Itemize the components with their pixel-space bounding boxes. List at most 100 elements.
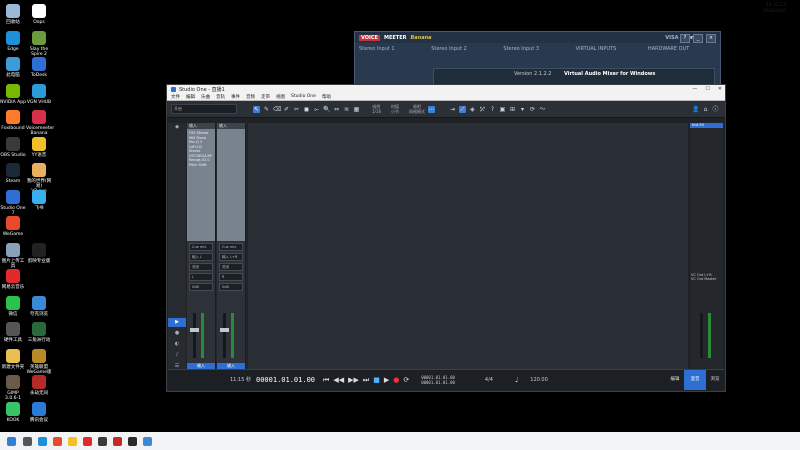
insert-slot[interactable]: Reorgt.V2.0	[189, 158, 213, 163]
snap-toggle-icon[interactable]: ⋯	[427, 105, 435, 113]
info-icon[interactable]: ⓘ	[712, 106, 719, 113]
studio-one-window[interactable]: Studio One - 直播1 — ☐ ✕ 文件 编辑 乐曲 音轨 事件 音频 走带 视图 S…	[166, 84, 726, 392]
chrome-icon[interactable]	[53, 436, 62, 446]
fast-forward-button[interactable]: ▶▶	[348, 376, 359, 384]
desktop-icon[interactable]: KOOK	[0, 401, 26, 423]
app4-icon[interactable]	[128, 436, 137, 446]
desktop-icon[interactable]	[26, 269, 52, 285]
search-icon[interactable]	[23, 436, 32, 446]
loop-view-icon[interactable]: ⟳	[529, 106, 536, 113]
desktop-icon[interactable]	[26, 216, 52, 232]
arrow-tool-icon[interactable]: ↖	[253, 105, 260, 113]
desktop-icon[interactable]: 三角洲行动	[26, 322, 52, 343]
tempo-track-icon[interactable]: ⟋	[458, 105, 466, 113]
fader-knob[interactable]	[190, 328, 199, 332]
brush-tool-icon[interactable]: ✐	[283, 106, 290, 113]
tab-edit[interactable]: 编辑	[664, 370, 686, 390]
minimize-button[interactable]: —	[692, 86, 697, 92]
return-to-zero-button[interactable]: ⏮	[323, 376, 329, 385]
desktop-icon[interactable]: 网易云音乐	[0, 269, 26, 290]
maximize-button[interactable]: ☐	[705, 86, 709, 92]
dropdown-icon[interactable]: ▾	[519, 106, 526, 113]
desktop-icon[interactable]: NVIDIA App	[0, 83, 26, 105]
channel-strip[interactable]: 输入 FX5 Stereo MIX Mono Pro-Q 3 LoFi-Q2 Ster…	[187, 123, 216, 369]
io-selector[interactable]: Cue mix	[219, 243, 243, 251]
snap-group[interactable]: 吸附 1/16	[372, 104, 381, 114]
menu-item[interactable]: Studio One	[291, 94, 316, 99]
listen-tool-icon[interactable]: 🔍	[323, 106, 330, 113]
primary-time-display[interactable]: 00001.01.01.00	[256, 376, 315, 384]
help-icon[interactable]: ?	[680, 34, 690, 43]
grid-view-icon[interactable]: ⊞	[509, 106, 516, 113]
minimize-icon[interactable]: _	[693, 34, 703, 43]
master-fader[interactable]	[700, 313, 703, 358]
desktop-icon[interactable]: 夸克浏览	[26, 295, 52, 317]
home-icon[interactable]: ⌂	[702, 106, 709, 113]
insert-slot[interactable]: Pitch Shift	[189, 163, 213, 168]
system-clock[interactable]: 12:32:13 2026/4/10	[763, 3, 786, 14]
app5-icon[interactable]	[143, 436, 152, 446]
desktop-icon[interactable]: WeGame	[0, 216, 26, 237]
desktop-icon[interactable]: Voicemeeter Banana	[26, 110, 54, 136]
voicemeeter-window[interactable]: VOICE MEETER Banana VISA Menu ? _ × Ster…	[354, 31, 721, 88]
desktop-icon[interactable]: 新建文件夹	[0, 348, 26, 370]
desktop-icon[interactable]: Steam	[0, 163, 26, 184]
mute-tool-icon[interactable]: ◼	[303, 106, 310, 113]
desktop-icon[interactable]: GIMP 3.0.6-1	[0, 375, 26, 401]
loop-icon[interactable]: ⟳	[403, 376, 409, 384]
desktop-icon[interactable]: 腾讯会议	[26, 401, 52, 423]
vm-virtual-inputs[interactable]: VIRTUAL INPUTS	[576, 46, 644, 52]
track-select-combo[interactable]: 开启	[171, 104, 237, 114]
metronome-icon[interactable]: ♩	[515, 376, 518, 384]
inspector-icon[interactable]: ◆	[168, 123, 186, 132]
inspector-icon[interactable]: ◐	[168, 340, 186, 349]
right-output-strip[interactable]: VC Out L+R VC Out Master	[691, 273, 722, 281]
send-input[interactable]: 输入 L+R	[219, 253, 243, 261]
inspector-icon[interactable]: ▶	[168, 318, 186, 327]
inspector-icon[interactable]: ●	[168, 329, 186, 338]
menu-item[interactable]: 事件	[231, 94, 240, 100]
desktop-icon[interactable]: 图片上传工具	[0, 242, 26, 269]
play-button[interactable]: ▶	[384, 376, 389, 384]
desktop-icon[interactable]: Oops	[26, 4, 52, 25]
grid-icon[interactable]: ▦	[353, 106, 360, 113]
start-icon[interactable]	[7, 436, 16, 446]
pencil-tool-icon[interactable]: ✎	[263, 106, 270, 113]
tab-mix[interactable]: 混音	[684, 370, 706, 390]
desktop-icon[interactable]: Foxlbound	[0, 110, 26, 131]
bpm-readout[interactable]: 120.00	[530, 377, 548, 383]
arrange-view[interactable]	[248, 123, 688, 369]
menu-item[interactable]: 帮助	[322, 94, 331, 100]
desktop-icon[interactable]: 英雄联盟 WeGame版	[26, 348, 52, 375]
help-icon[interactable]: ?	[489, 106, 496, 113]
insert-slot[interactable]: LoFi-Q2 Stereo	[189, 145, 213, 154]
studio-one-titlebar[interactable]: Studio One - 直播1	[167, 85, 725, 93]
desktop-icon[interactable]: YY语音	[26, 136, 52, 158]
app2-icon[interactable]	[98, 436, 107, 446]
menu-item[interactable]: 编辑	[186, 94, 195, 100]
vm-input-2[interactable]: Stereo Input 2	[431, 46, 499, 52]
range-tool-icon[interactable]: ⇔	[333, 106, 340, 113]
desktop-icon[interactable]: Studio One 7	[0, 189, 26, 216]
desktop-icon[interactable]: 硬件工具	[0, 322, 26, 343]
desktop-icon[interactable]: 此电脑	[0, 57, 26, 78]
vm-input-1[interactable]: Stereo Input 1	[359, 46, 427, 52]
pan-control[interactable]: L	[189, 273, 213, 281]
inspector-icon[interactable]: ♪	[168, 351, 186, 360]
marker-icon[interactable]: ◈	[469, 106, 476, 113]
layout-icon[interactable]: ▣	[499, 106, 506, 113]
tab-browse[interactable]: 浏览	[704, 370, 726, 390]
desktop-icon[interactable]: 永劫无间	[26, 375, 52, 396]
time-signature[interactable]: 4/4	[485, 377, 493, 383]
split-tool-icon[interactable]: ✂	[293, 106, 300, 113]
volume-fader[interactable]	[223, 313, 226, 358]
menu-item[interactable]: 走带	[261, 94, 270, 100]
menu-item[interactable]: 文件	[171, 94, 180, 100]
mode-group[interactable]: 吸附 网格模式	[409, 104, 425, 114]
quantize-group[interactable]: 时值 小节	[391, 104, 399, 114]
autoscroll-icon[interactable]: ⇥	[449, 106, 456, 113]
desktop-icon[interactable]: 飞书	[26, 189, 52, 211]
desktop-icon[interactable]: Edge	[0, 30, 26, 52]
explorer-icon[interactable]	[68, 436, 77, 446]
window-controls[interactable]: — ☐ ✕	[692, 86, 722, 92]
